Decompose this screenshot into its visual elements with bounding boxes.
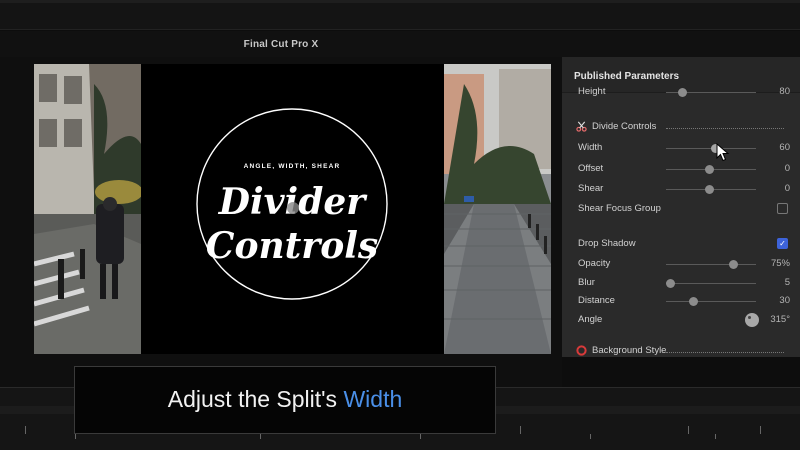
toolbar-edge — [0, 0, 800, 3]
param-row-width[interactable]: Width 60 — [562, 139, 800, 157]
timeline-tick — [25, 426, 26, 434]
timeline-tick — [260, 434, 261, 439]
group-divider-line — [666, 352, 784, 353]
inspector-title: Published Parameters — [574, 71, 680, 82]
timeline-tick — [75, 434, 76, 439]
param-label-width: Width — [578, 142, 603, 153]
param-row-shear-focus-group[interactable]: Shear Focus Group — [562, 200, 800, 218]
timeline-tick — [760, 426, 761, 434]
shear-focus-group-checkbox[interactable] — [777, 203, 788, 214]
shear-slider-knob[interactable] — [704, 185, 714, 194]
inspector-panel: Published Parameters Height 80 Divide Co… — [562, 57, 800, 357]
caption-text: Adjust the Split's Width — [75, 386, 495, 413]
title-card-line1: Divider — [218, 181, 369, 223]
top-toolbar-strip — [0, 0, 800, 30]
param-label-shear: Shear — [578, 183, 604, 194]
timeline-tick — [715, 434, 716, 439]
param-row-shear[interactable]: Shear 0 — [562, 180, 800, 198]
param-label-angle: Angle — [578, 314, 603, 325]
param-value-opacity[interactable]: 75% — [771, 258, 790, 269]
param-label-height: Height — [578, 86, 606, 97]
param-value-offset[interactable]: 0 — [785, 163, 790, 174]
split-photo-left — [34, 64, 141, 354]
param-row-angle[interactable]: Angle 315° — [562, 311, 800, 329]
mouse-pointer-icon — [716, 143, 730, 162]
param-label-offset: Offset — [578, 163, 604, 174]
param-row-opacity[interactable]: Opacity 75% — [562, 255, 800, 273]
param-value-width[interactable]: 60 — [779, 142, 790, 153]
timeline-tick — [520, 426, 521, 434]
param-value-distance[interactable]: 30 — [779, 295, 790, 306]
split-photo-right — [444, 64, 551, 354]
angle-dial[interactable] — [745, 313, 759, 327]
street-photo-left — [34, 64, 141, 354]
timeline-tick — [688, 426, 689, 434]
group-background-style[interactable]: Background Style — [562, 342, 800, 360]
distance-slider-track[interactable] — [666, 301, 756, 302]
param-value-blur[interactable]: 5 — [785, 277, 790, 288]
tutorial-caption: Adjust the Split's Width — [74, 366, 496, 434]
opacity-slider-knob[interactable] — [729, 260, 738, 269]
caption-highlight: Width — [343, 386, 403, 412]
param-row-blur[interactable]: Blur 5 — [562, 274, 800, 292]
opacity-slider-track[interactable] — [666, 264, 756, 265]
title-card-subtitle: ANGLE, WIDTH, SHEAR — [244, 163, 341, 170]
group-label-background-style: Background Style — [592, 345, 667, 356]
group-divide-controls[interactable]: Divide Controls — [562, 118, 800, 136]
param-value-shear[interactable]: 0 — [785, 183, 790, 194]
viewer-title-bar: Final Cut Pro X — [0, 31, 800, 57]
caption-prefix: Adjust the Split's — [167, 386, 344, 412]
param-label-blur: Blur — [578, 277, 595, 288]
title-card: ANGLE, WIDTH, SHEAR Divider Controls — [141, 64, 444, 354]
param-value-height[interactable]: 80 — [779, 86, 790, 97]
param-label-distance: Distance — [578, 295, 615, 306]
param-label-opacity: Opacity — [578, 258, 611, 269]
timeline-tick — [420, 434, 421, 439]
param-row-distance[interactable]: Distance 30 — [562, 292, 800, 310]
drop-shadow-checkbox[interactable]: ✓ — [777, 238, 788, 249]
group-label-divide-controls: Divide Controls — [592, 121, 657, 132]
scissors-icon — [576, 121, 587, 132]
street-photo-right — [444, 64, 551, 354]
param-row-height[interactable]: Height 80 — [562, 85, 800, 99]
distance-slider-knob[interactable] — [688, 297, 698, 306]
param-row-drop-shadow[interactable]: Drop Shadow ✓ — [562, 235, 800, 253]
blur-slider-knob[interactable] — [666, 279, 675, 288]
param-label-drop-shadow: Drop Shadow — [578, 238, 636, 249]
viewer-canvas[interactable]: ANGLE, WIDTH, SHEAR Divider Controls — [34, 64, 551, 354]
lifebuoy-icon — [576, 345, 587, 356]
param-value-angle[interactable]: 315° — [770, 314, 790, 325]
blur-slider-track[interactable] — [666, 283, 756, 284]
height-slider-knob[interactable] — [677, 88, 687, 97]
onscreen-control-handle[interactable] — [287, 202, 299, 214]
title-card-line2: Controls — [206, 225, 378, 267]
group-divider-line — [666, 128, 784, 129]
param-label-shear-focus-group: Shear Focus Group — [578, 203, 661, 214]
app-title: Final Cut Pro X — [243, 39, 319, 50]
timeline-tick — [590, 434, 591, 439]
param-row-offset[interactable]: Offset 0 — [562, 160, 800, 178]
offset-slider-knob[interactable] — [704, 165, 714, 174]
